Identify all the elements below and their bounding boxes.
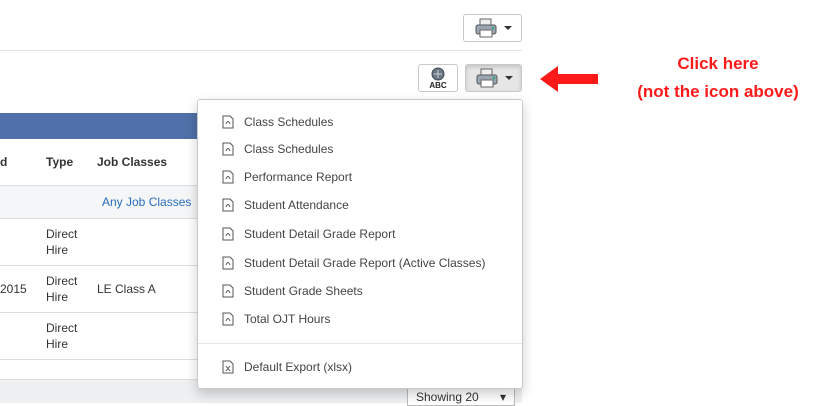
type-cell: Direct Hire [46, 227, 78, 257]
menu-item-label: Student Detail Grade Report (Active Clas… [244, 256, 486, 270]
print-menu-button[interactable] [465, 64, 522, 92]
menu-item-label: Student Detail Grade Report [244, 227, 396, 241]
chevron-down-icon [504, 76, 513, 80]
excel-file-icon [222, 360, 234, 374]
type-cell: Direct Hire [46, 274, 78, 304]
menu-item-student-grade-sheets[interactable]: Student Grade Sheets [198, 278, 522, 304]
annotation-arrow-icon [540, 66, 598, 92]
menu-item-student-detail-grade-report[interactable]: Student Detail Grade Report [198, 221, 522, 247]
menu-item-label: Student Grade Sheets [244, 284, 363, 298]
column-header-job-classes[interactable]: Job Classes [97, 154, 167, 170]
menu-item-total-ojt-hours[interactable]: Total OJT Hours [198, 306, 522, 332]
menu-item-class-schedules-2[interactable]: Class Schedules [198, 136, 522, 162]
annotation-line-2: (not the icon above) [637, 82, 799, 101]
pdf-file-icon [222, 312, 234, 326]
job-class-cell: LE Class A [97, 282, 156, 296]
date-cell: 2015 [0, 282, 27, 296]
menu-item-label: Class Schedules [244, 115, 334, 129]
divider [0, 50, 522, 51]
print-reports-menu: Class Schedules Class Schedules Performa… [197, 99, 523, 389]
report-page: ABC d Type Job Classes Any Job Classes D… [0, 0, 530, 406]
pdf-file-icon [222, 227, 234, 241]
menu-item-student-detail-grade-report-active[interactable]: Student Detail Grade Report (Active Clas… [198, 250, 522, 276]
abc-spellcheck-icon: ABC [429, 67, 447, 89]
column-header-type[interactable]: Type [46, 154, 73, 170]
menu-item-label: Performance Report [244, 170, 353, 184]
menu-divider [198, 343, 522, 344]
printer-icon [475, 18, 496, 38]
menu-item-class-schedules[interactable]: Class Schedules [198, 109, 522, 135]
menu-item-label: Default Export (xlsx) [244, 360, 353, 374]
menu-item-label: Total OJT Hours [244, 312, 331, 326]
pdf-file-icon [222, 198, 234, 212]
chevron-down-icon [503, 26, 512, 30]
column-header-date[interactable]: d [0, 154, 7, 170]
print-menu-button-top[interactable] [463, 14, 522, 42]
type-cell: Direct Hire [46, 321, 78, 351]
menu-item-default-export[interactable]: Default Export (xlsx) [198, 354, 522, 380]
pdf-file-icon [222, 142, 234, 156]
annotation-text: Click here (not the icon above) [618, 50, 818, 106]
menu-item-label: Student Attendance [244, 198, 349, 212]
pdf-file-icon [222, 115, 234, 129]
spellcheck-button[interactable]: ABC [418, 64, 458, 92]
job-classes-filter-link[interactable]: Any Job Classes [102, 194, 191, 210]
menu-item-performance-report[interactable]: Performance Report [198, 164, 522, 190]
pdf-file-icon [222, 170, 234, 184]
abc-label: ABC [429, 81, 447, 89]
menu-item-label: Class Schedules [244, 142, 334, 156]
page-size-select[interactable]: Showing 20 ▾ [407, 386, 515, 406]
annotation-line-1: Click here [677, 54, 759, 73]
pdf-file-icon [222, 256, 234, 270]
pdf-file-icon [222, 284, 234, 298]
printer-icon [476, 68, 497, 88]
menu-item-student-attendance[interactable]: Student Attendance [198, 192, 522, 218]
